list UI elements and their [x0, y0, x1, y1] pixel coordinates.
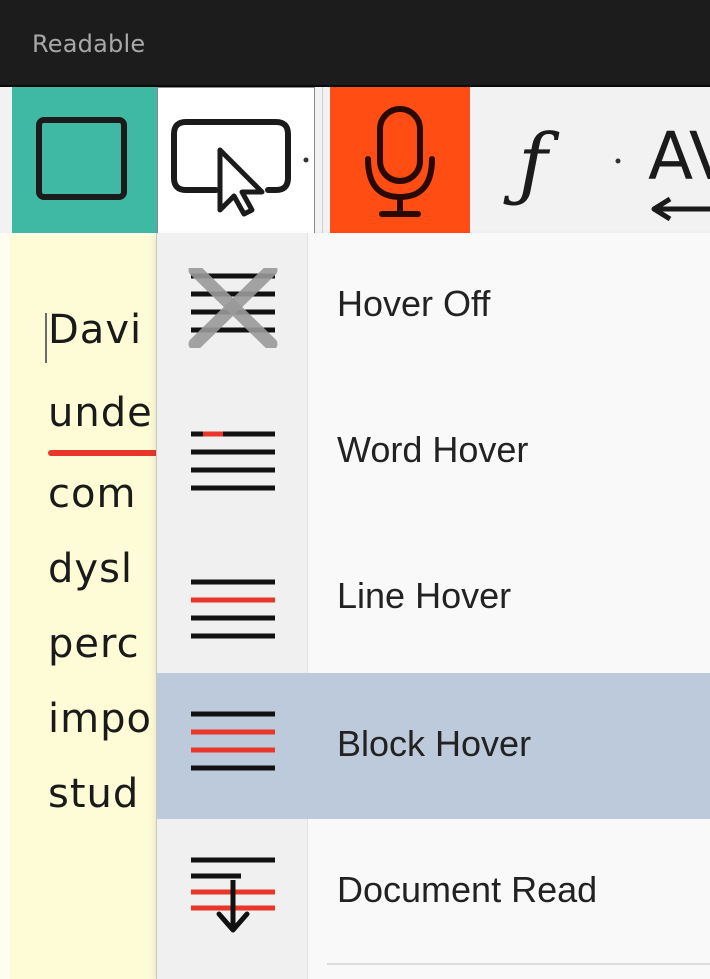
menu-divider: [327, 963, 710, 965]
menu-item-block-hover[interactable]: Block Hover: [157, 673, 710, 819]
hover-off-icon: [188, 268, 278, 348]
menu-item-hover-off[interactable]: Hover Off: [157, 233, 710, 379]
microphone-button[interactable]: [330, 87, 470, 233]
text-cursor: [45, 313, 47, 363]
document-read-icon: [191, 857, 275, 933]
line-hover-icon: [191, 579, 275, 639]
screen-cursor-icon: [171, 119, 309, 217]
window-title: Readable: [32, 30, 146, 58]
title-bar: Readable: [0, 0, 710, 87]
square-icon: [36, 117, 127, 200]
document-line: Davi: [48, 307, 143, 353]
toolbar: ƒ AV: [0, 87, 710, 235]
letter-spacing-button[interactable]: AV: [640, 87, 710, 233]
menu-item-label: Block Hover: [337, 723, 532, 764]
document-line: stud: [48, 771, 140, 817]
microphone-icon: [365, 106, 435, 217]
block-hover-icon: [191, 711, 275, 771]
document-line: perc: [48, 621, 140, 667]
overlay-toggle-button[interactable]: [12, 87, 157, 233]
menu-item-label: Line Hover: [337, 575, 512, 616]
menu-item-label: Word Hover: [337, 429, 529, 470]
menu-item-label: Document Read: [337, 869, 598, 910]
font-button[interactable]: ƒ: [500, 87, 640, 233]
spelling-underline: [48, 450, 160, 456]
toolbar-separator: [322, 87, 323, 233]
document-line: impo: [48, 696, 152, 742]
svg-text:ƒ: ƒ: [503, 117, 560, 210]
document-line: com: [48, 471, 137, 517]
font-f-icon: ƒ: [503, 117, 621, 210]
menu-item-line-hover[interactable]: Line Hover: [157, 525, 710, 671]
document-area[interactable]: Davi unde com dysl perc impo stud: [10, 235, 160, 979]
menu-item-document-read[interactable]: Document Read: [157, 819, 710, 965]
word-hover-icon: [191, 431, 275, 491]
letter-spacing-icon: AV: [648, 118, 710, 222]
readable-app: Readable ƒ A Davi unde com dysl perc imp…: [0, 0, 710, 979]
document-line: unde: [48, 390, 153, 436]
hover-mode-button[interactable]: [157, 87, 315, 235]
hover-mode-menu: Hover Off Word Hover Line Hover Block Ho…: [156, 233, 710, 979]
menu-item-word-hover[interactable]: Word Hover: [157, 379, 710, 525]
svg-text:AV: AV: [648, 118, 710, 195]
document-line: dysl: [48, 546, 134, 592]
menu-item-label: Hover Off: [337, 283, 491, 324]
